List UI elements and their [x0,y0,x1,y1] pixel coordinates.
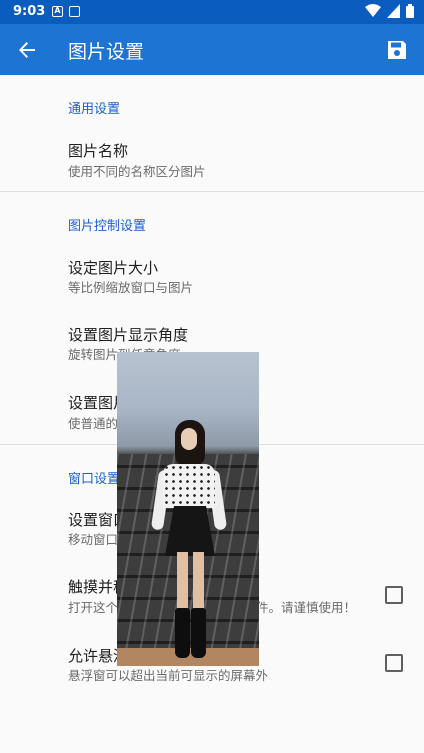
pref-summary-tail: 件。请谨慎使用！ [256,600,357,615]
notification-screen-icon [69,6,80,17]
pref-summary: 使用不同的名称区分图片 [68,164,206,179]
page-title: 图片设置 [68,41,145,63]
app-bar: 图片设置 [0,24,424,75]
pref-summary: 悬浮窗可以超出当前可显示的屏幕外 [68,668,269,683]
person-boot [175,608,190,658]
save-button[interactable] [380,33,414,67]
person-face [181,428,197,450]
allow-float-checkbox[interactable] [385,654,403,672]
pref-summary: 移动窗口 [68,532,119,547]
pref-image-size[interactable]: 设定图片大小 等比例缩放窗口与图片 [0,248,424,300]
pref-title: 设置图片显示角度 [68,326,189,344]
pref-summary: 使普通的 [68,416,119,431]
status-time: 9:03 [13,4,46,19]
pref-summary: 打开这个 [68,600,119,615]
notification-a-icon: A [52,6,63,17]
signal-icon [387,4,400,18]
floating-image-preview[interactable] [117,352,259,666]
section-header-window: 窗口设置 [68,472,121,487]
arrow-back-icon [19,42,35,58]
pref-image-name[interactable]: 图片名称 使用不同的名称区分图片 [0,130,424,182]
pref-summary: 等比例缩放窗口与图片 [68,280,194,295]
back-button[interactable] [10,33,44,67]
person-leg [193,552,204,610]
person-leg [177,552,188,610]
save-icon [388,41,406,59]
pref-title: 设定图片大小 [68,259,159,277]
person-blouse-pattern [163,464,215,508]
pref-title: 图片名称 [68,142,129,160]
touch-move-checkbox[interactable] [385,586,403,604]
section-header-image-control: 图片控制设置 [68,219,147,234]
battery-icon [406,4,414,18]
status-bar: 9:03 A [0,0,424,24]
status-icons [365,4,414,18]
wifi-icon [365,4,381,17]
section-header-general: 通用设置 [68,102,121,117]
person-boot [191,608,206,658]
section-divider [0,191,424,192]
